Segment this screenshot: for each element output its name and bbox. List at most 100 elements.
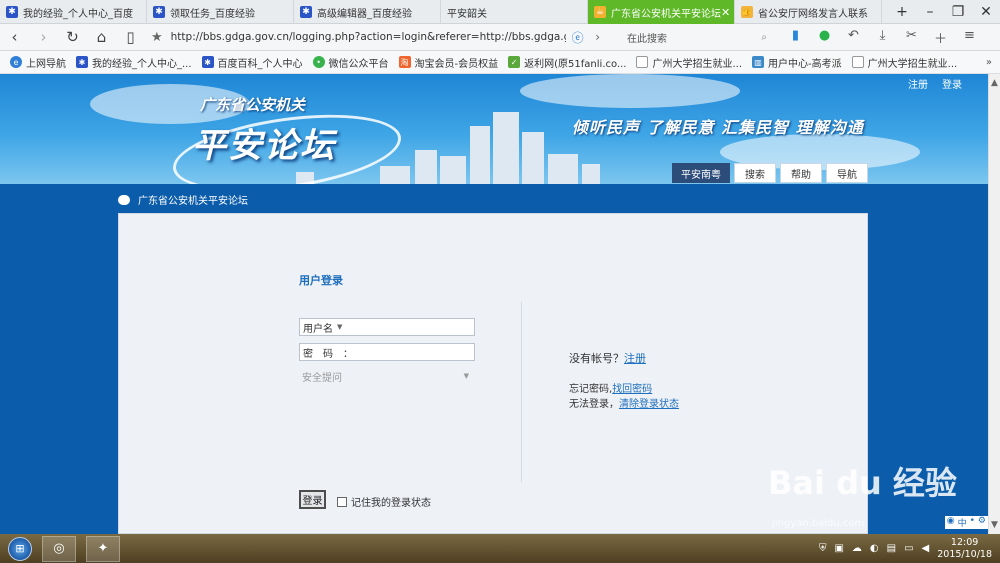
star-icon[interactable]: ★ (151, 30, 163, 45)
cloud-icon[interactable]: ☁ (852, 543, 862, 554)
bookmarks-bar: e 上网导航 ✱ 我的经验_个人中心_... ✱ 百度百科_个人中心 • 微信公众平台 … (0, 51, 1000, 74)
recover-password-link[interactable]: 找回密码 (612, 384, 652, 395)
ime-settings-icon: ⚙ (977, 516, 986, 526)
cant-login-label: 无法登录， (569, 399, 619, 410)
bookmark-item[interactable]: e 上网导航 (10, 55, 66, 70)
register-link[interactable]: 注册 (624, 352, 646, 365)
forgot-label: 忘记密码, (569, 384, 613, 395)
home-icon[interactable]: ⌂ (87, 28, 116, 46)
clear-login-state-link[interactable]: 清除登录状态 (619, 399, 679, 410)
tab-baidu-tasks[interactable]: ✱ 领取任务_百度经验 (147, 0, 294, 24)
navigation-bar: ‹ › ↻ ⌂ ▯ ★ http://bbs.gdga.gov.cn/loggi… (0, 24, 1000, 51)
site-subtitle: 广东省公安机关 (200, 96, 306, 114)
search-box[interactable]: 在此搜索 ⌕ (623, 27, 773, 48)
monitor-icon[interactable]: ▭ (904, 543, 913, 554)
wechat-icon[interactable]: ● (810, 28, 839, 47)
forum-nav-tabs: 平安南粤 搜索 帮助 导航 (672, 163, 868, 183)
close-window-button[interactable]: ✕ (972, 4, 1000, 20)
close-tab-icon[interactable]: ✕ (721, 6, 730, 19)
ie-icon: e (10, 56, 22, 68)
scroll-up-icon[interactable]: ▲ (991, 78, 998, 88)
username-label[interactable]: 用户名 (300, 320, 333, 335)
chevron-right-icon[interactable]: › (590, 30, 606, 44)
tab-label: 我的经验_个人中心_百度 (23, 8, 133, 20)
search-placeholder: 在此搜索 (627, 33, 667, 45)
password-field[interactable]: 密 码 ： (299, 343, 482, 361)
weibo-icon[interactable]: ◐ (870, 543, 879, 554)
bookmark-item[interactable]: ✱ 我的经验_个人中心_... (76, 55, 192, 70)
nav-tab-search[interactable]: 搜索 (734, 163, 776, 183)
nav-tab-help[interactable]: 帮助 (780, 163, 822, 183)
username-field[interactable]: 用户名 ▼ (299, 318, 475, 336)
bookmark-item[interactable]: 广州大学招生就业... (851, 55, 957, 70)
top-login-link[interactable]: 登录 (942, 76, 962, 91)
tray-app-icon[interactable]: ▣ (834, 543, 843, 554)
plus-icon[interactable]: ＋ (926, 28, 955, 47)
taskbar-clock[interactable]: 12:09 2015/10/18 (937, 537, 992, 561)
username-input[interactable] (342, 320, 474, 334)
scissors-icon[interactable]: ✂ (897, 28, 926, 47)
tab-gd-police-forum[interactable]: ☕ 广东省公安机关平安论坛 ✕ (588, 0, 735, 24)
minimize-button[interactable]: – (916, 4, 944, 20)
bookmark-item[interactable]: ✱ 百度百科_个人中心 (201, 55, 303, 70)
bookmark-label: 返利网(原51fanli.co... (524, 58, 627, 70)
taobao-icon: 淘 (398, 56, 411, 68)
ime-toolbar[interactable]: ◉ 中 • ⚙ (944, 516, 988, 529)
scroll-down-icon[interactable]: ▼ (991, 520, 998, 530)
remember-label: 记住我的登录状态 (351, 498, 431, 509)
bookmark-item[interactable]: ▥ 用户中心-高考派 (752, 55, 842, 70)
ie-mode-icon[interactable]: ⓔ (570, 29, 586, 46)
nav-tab-pingan-nanyue[interactable]: 平安南粤 (672, 163, 730, 183)
tab-pingan-shaoguan[interactable]: 平安韶关 (0, 0, 588, 86)
system-tray: ⛨ ▣ ☁ ◐ ▤ ▭ ◀ 12:09 2015/10/18 (819, 537, 992, 561)
top-links: 注册 登录 (908, 76, 962, 91)
nav-tab-navigation[interactable]: 导航 (826, 163, 868, 183)
bookmark-item[interactable]: • 微信公众平台 (312, 55, 389, 70)
new-tab-button[interactable]: + (888, 4, 916, 20)
volume-icon[interactable]: ◀ (922, 543, 930, 554)
bookmark-item[interactable]: ✓ 返利网(原51fanli.co... (508, 55, 626, 70)
menu-icon[interactable]: ≡ (955, 28, 984, 47)
forum-banner: 广东省公安机关 平安论坛 倾听民声 了解民意 汇集民智 理解沟通 注册 登录 平… (0, 74, 988, 184)
back-icon[interactable]: ‹ (0, 28, 29, 46)
login-button[interactable]: 登录 (299, 490, 326, 509)
bookmarks-more-icon[interactable]: » (986, 57, 992, 68)
taskbar-app[interactable]: ✦ (86, 535, 120, 562)
login-title: 用户登录 (299, 274, 343, 287)
search-icon[interactable]: ⌕ (761, 32, 767, 43)
reload-icon[interactable]: ↻ (58, 28, 87, 46)
baidu-jingyan-watermark: Bai du 经验 (768, 464, 957, 502)
shield-icon[interactable]: ⛨ (819, 543, 827, 554)
tab-label: 领取任务_百度经验 (170, 8, 255, 20)
browser-toolbar: ▮ ● ↶ ⤓ ✂ ＋ ≡ (781, 28, 984, 47)
start-button[interactable]: ⊞ (8, 536, 32, 561)
bookmark-item[interactable]: 广州大学招生就业... (636, 55, 742, 70)
tab-baidu-editor[interactable]: ✱ 高级编辑器_百度经验 (294, 0, 441, 24)
password-input[interactable] (353, 345, 482, 359)
top-register-link[interactable]: 注册 (908, 76, 928, 91)
restore-button[interactable]: ❐ (944, 4, 972, 20)
bookmark-label: 上网导航 (26, 58, 66, 70)
clock-time: 12:09 (950, 536, 979, 548)
bookmark-item[interactable]: 淘淘宝会员-会员权益 (398, 55, 498, 70)
network-icon[interactable]: ▤ (887, 543, 896, 554)
address-bar[interactable]: ★ http://bbs.gdga.gov.cn/logging.php?act… (151, 27, 611, 48)
security-question-select[interactable]: 安全提问 ▼ (299, 367, 475, 385)
page-scrollbar[interactable]: ▲ ▼ (988, 74, 1000, 534)
forgot-password-text: 忘记密码,找回密码 (569, 380, 652, 395)
caret-down-icon[interactable]: ▼ (464, 372, 469, 380)
remember-login-option[interactable]: 记住我的登录状态 (337, 494, 431, 509)
reader-icon[interactable]: ▯ (116, 28, 145, 46)
breadcrumb-forum-link[interactable]: 广东省公安机关平安论坛 (138, 192, 248, 207)
taskbar-browser-app[interactable]: ◎ (42, 535, 76, 562)
tab-baidu-jingyan-center[interactable]: ✱ 我的经验_个人中心_百度 (0, 0, 147, 24)
thumb-icon: 👍 (741, 6, 753, 18)
cup-icon: ☕ (594, 6, 606, 18)
phone-icon[interactable]: ▮ (781, 28, 810, 47)
download-icon[interactable]: ⤓ (868, 28, 897, 47)
building-decoration (493, 112, 519, 184)
undo-icon[interactable]: ↶ (839, 28, 868, 47)
remember-checkbox[interactable] (337, 496, 347, 507)
forward-icon[interactable]: › (29, 28, 58, 46)
tab-police-spokesman[interactable]: 👍 省公安厅网络发言人联系 (735, 0, 882, 24)
